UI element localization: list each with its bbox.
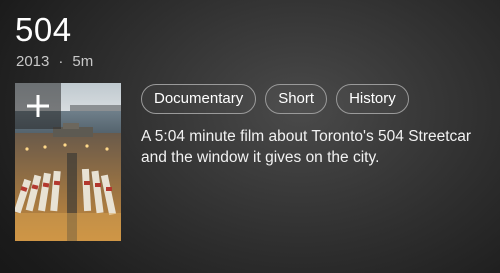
meta-separator: · bbox=[58, 53, 64, 70]
add-icon bbox=[27, 95, 49, 117]
description: A 5:04 minute film about Toronto's 504 S… bbox=[141, 128, 472, 166]
page-title: 504 bbox=[15, 11, 72, 48]
genre-tag-short[interactable]: Short bbox=[265, 84, 328, 114]
runtime: 5m bbox=[72, 53, 94, 70]
media-meta: 2013 · 5m bbox=[16, 52, 93, 72]
genre-tag-documentary[interactable]: Documentary bbox=[141, 84, 257, 114]
genre-tag-history[interactable]: History bbox=[336, 84, 409, 114]
genre-tags: Documentary Short History bbox=[141, 84, 409, 114]
add-to-list-button[interactable] bbox=[15, 83, 61, 129]
release-year: 2013 bbox=[16, 53, 50, 70]
